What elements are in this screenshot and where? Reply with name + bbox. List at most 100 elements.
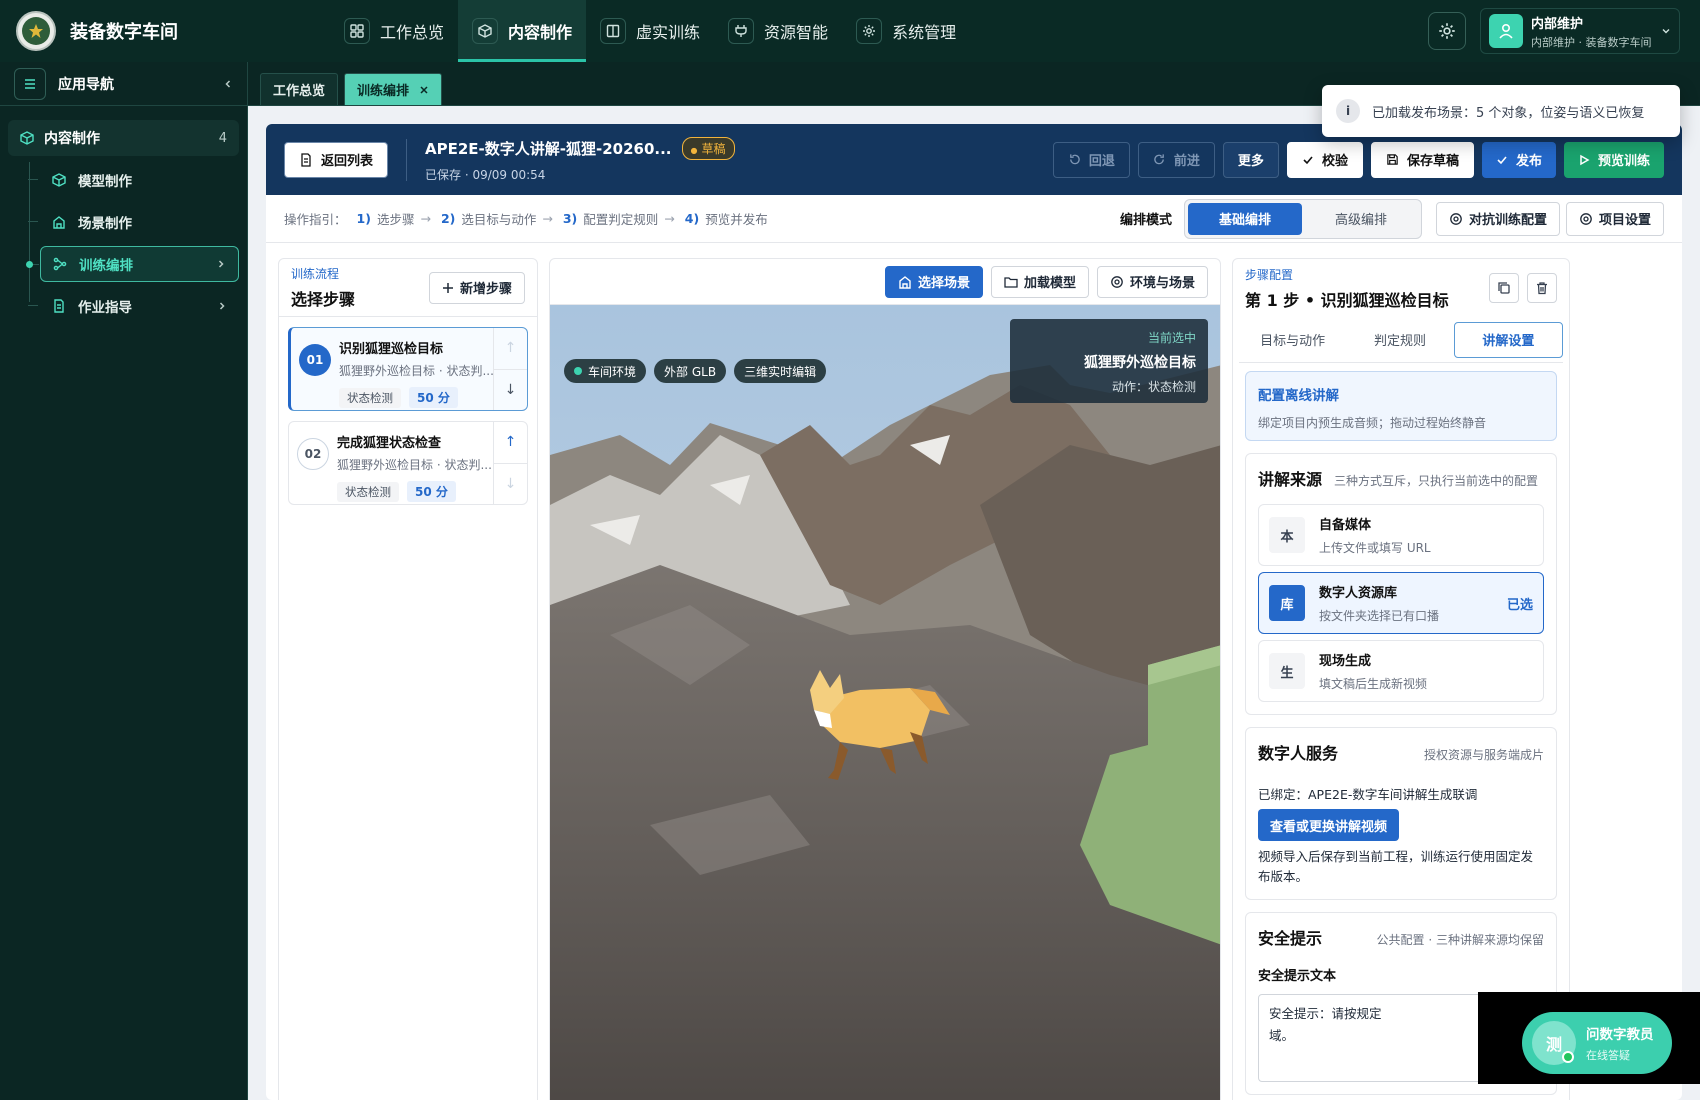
save-icon [1386,153,1399,166]
tab-narration[interactable]: 讲解设置 [1453,321,1563,358]
topnav-training[interactable]: 虚实训练 [586,0,714,62]
viewport-panel: 选择场景 加载模型 环境与场景 车间环境 外部 GLB 三维实时编辑 当前选中 … [549,258,1221,1100]
chevron-left-icon [223,79,233,89]
step-card[interactable]: 02 完成狐狸状态检查 狐狸野外巡检目标 · 状态判... 状态检测 50 分 … [288,421,528,505]
selection-kicker: 当前选中 [1147,331,1196,345]
move-down-button[interactable]: ↓ [494,368,527,411]
topnav-system[interactable]: 系统管理 [842,0,970,62]
load-model-button[interactable]: 加载模型 [990,265,1089,298]
delete-step-button[interactable] [1527,273,1557,303]
cube-icon [472,18,499,44]
tab-overview[interactable]: 工作总览 [260,73,339,105]
chevron-right-icon [216,259,226,269]
publish-button[interactable]: 发布 [1481,141,1556,178]
validate-button[interactable]: 校验 [1286,141,1363,178]
validate-label: 校验 [1321,154,1348,169]
step-title: 完成狐狸状态检查 [337,436,442,451]
divider [406,138,408,181]
topnav-overview[interactable]: 工作总览 [330,0,458,62]
move-up-button[interactable]: ↑ [494,422,527,463]
plug-icon [728,18,755,44]
environment-label: 环境与场景 [1129,276,1195,291]
settings-button[interactable] [1428,12,1466,50]
redo-button[interactable]: 前进 [1137,141,1215,178]
sidebar-item-scene[interactable]: 场景制作 [28,204,239,240]
step-desc: 狐狸野外巡检目标 · 状态判... [339,364,494,378]
status-dot [574,367,582,375]
source-option-library[interactable]: 库 数字人资源库 按文件夹选择已有口播 已选 [1258,572,1544,634]
back-label: 返回列表 [321,154,374,169]
topnav-content[interactable]: 内容制作 [458,0,587,62]
publish-label: 发布 [1515,154,1542,169]
option-title: 现场生成 [1319,654,1372,669]
sidebar-item-model[interactable]: 模型制作 [28,162,239,198]
mode-basic-button[interactable]: 基础编排 [1187,202,1302,235]
offline-narration-card[interactable]: 配置离线讲解 绑定项目内预生成音频；拖动过程始终静音 [1245,371,1557,441]
dh-subtitle: 授权资源与服务端成片 [1423,748,1544,762]
option-title: 自备媒体 [1319,518,1372,533]
user-menu[interactable]: 内部维护 内部维护 · 装备数字车间 [1480,8,1680,54]
topnav-resources[interactable]: 资源智能 [714,0,842,62]
environment-button[interactable]: 环境与场景 [1096,265,1208,298]
guide-step-num: 4) [684,211,700,226]
option-badge: 本 [1269,517,1305,553]
chip-glb: 外部 GLB [654,359,727,383]
source-option-generate[interactable]: 生 现场生成 填文稿后生成新视频 [1258,640,1544,702]
undo-button[interactable]: 回退 [1052,141,1130,178]
check-icon [1302,154,1314,166]
copy-icon [1497,281,1511,295]
move-down-button[interactable]: ↓ [494,462,527,505]
close-icon[interactable] [419,85,429,95]
preview-label: 预览训练 [1597,154,1650,169]
more-button[interactable]: 更多 [1222,141,1279,178]
sidebar-item-training[interactable]: 训练编排 [26,246,239,282]
move-up-button[interactable]: ↑ [494,328,527,369]
add-step-button[interactable]: 新增步骤 [428,271,525,304]
arrow-right-icon: → [664,211,675,226]
3d-viewport[interactable]: 车间环境 外部 GLB 三维实时编辑 当前选中 狐狸野外巡检目标 动作：状态检测 [550,305,1220,1100]
load-model-label: 加载模型 [1023,276,1076,291]
adversarial-config-button[interactable]: 对抗训练配置 [1435,201,1560,236]
step-card[interactable]: 01 识别狐狸巡检目标 狐狸野外巡检目标 · 状态判... 状态检测 50 分 … [288,327,528,411]
top-bar: 装备数字车间 工作总览 内容制作 虚实训练 资源智能 系统管理 内部维护 内部维… [0,0,1700,62]
source-title: 讲解来源 [1258,470,1323,489]
collapse-sidebar-button[interactable] [223,79,233,89]
sidebar-item-label: 场景制作 [78,216,132,232]
step-action-tag: 状态检测 [339,387,401,408]
change-video-button[interactable]: 查看或更换讲解视频 [1258,809,1400,841]
select-scene-button[interactable]: 选择场景 [884,265,983,298]
sidebar-title: 应用导航 [58,76,114,93]
chevron-right-icon [217,301,227,311]
step-number: 01 [299,344,331,376]
source-option-own-media[interactable]: 本 自备媒体 上传文件或填写 URL [1258,504,1544,566]
sidebar: 应用导航 内容制作 4 模型制作 场景制作 训练编排 作业指导 [0,62,248,1100]
option-desc: 填文稿后生成新视频 [1319,677,1428,691]
preview-training-button[interactable]: 预览训练 [1563,141,1664,178]
back-to-list-button[interactable]: 返回列表 [284,141,389,178]
chip-label: 车间环境 [588,364,637,379]
sidebar-item-guide[interactable]: 作业指导 [28,288,239,324]
digital-tutor-button[interactable]: 测 问数字教员 在线答疑 [1522,1012,1672,1074]
building-icon [52,215,66,229]
project-settings-button[interactable]: 项目设置 [1565,201,1664,236]
option-desc: 上传文件或填写 URL [1319,541,1431,555]
menu-toggle-button[interactable] [14,67,46,100]
document-icon [52,299,66,313]
guide-step-text: 配置判定规则 [583,212,659,227]
sidebar-item-label: 训练编排 [79,258,133,274]
step-score: 50 分 [407,481,456,502]
selection-card: 当前选中 狐狸野外巡检目标 动作：状态检测 [1010,319,1208,403]
sidebar-group-content[interactable]: 内容制作 4 [8,120,239,156]
copy-step-button[interactable] [1489,273,1519,303]
save-draft-button[interactable]: 保存草稿 [1370,141,1474,178]
toast-text: 已加载发布场景：5 个对象，位姿与语义已恢复 [1372,105,1645,121]
guide-label: 操作指引： [284,212,347,227]
sidebar-item-label: 模型制作 [78,174,132,190]
tab-target-action[interactable]: 目标与动作 [1239,322,1346,358]
mode-advanced-button[interactable]: 高级编排 [1304,203,1418,235]
tab-training[interactable]: 训练编排 [344,73,443,105]
user-name: 内部维护 [1531,16,1584,32]
tab-rules[interactable]: 判定规则 [1346,322,1453,358]
select-scene-label: 选择场景 [917,276,970,291]
gear-icon [856,18,883,44]
